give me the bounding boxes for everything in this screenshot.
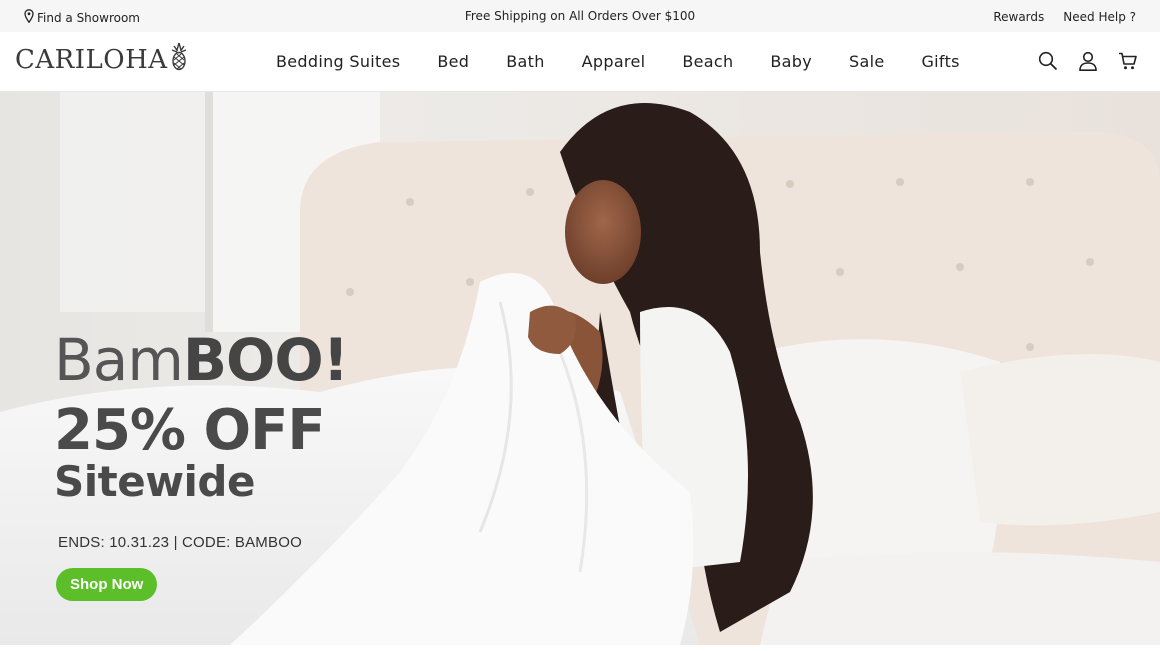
main-header: CARILOHA Bedding Suites Bed Bath Apparel… [0, 32, 1160, 92]
promo-sitewide: Sitewide [54, 457, 255, 506]
nav-beach[interactable]: Beach [682, 52, 733, 71]
cart-icon[interactable] [1117, 50, 1138, 72]
hero-banner[interactable]: BamBOO! 25% OFF Sitewide ENDS: 10.31.23 … [0, 92, 1160, 645]
shop-now-button[interactable]: Shop Now [56, 568, 158, 601]
search-icon[interactable] [1037, 50, 1058, 72]
nav-bed[interactable]: Bed [437, 52, 469, 71]
cariloha-logo[interactable]: CARILOHA [15, 42, 189, 76]
main-nav: Bedding Suites Bed Bath Apparel Beach Ba… [276, 52, 960, 71]
top-utility-bar: Find a Showroom Free Shipping on All Ord… [0, 0, 1160, 32]
pineapple-icon [169, 42, 189, 76]
nav-apparel[interactable]: Apparel [582, 52, 646, 71]
free-shipping-banner: Free Shipping on All Orders Over $100 [464, 9, 696, 23]
logo-text: CARILOHA [15, 45, 168, 75]
promo-discount: 25% OFF [54, 398, 326, 463]
hero-bottom-spacer [0, 645, 1160, 651]
nav-bedding-suites[interactable]: Bedding Suites [276, 52, 400, 71]
promo-ends-code: ENDS: 10.31.23 | CODE: BAMBOO [58, 534, 302, 551]
headline-light: Bam [54, 326, 184, 394]
nav-gifts[interactable]: Gifts [921, 52, 959, 71]
need-help-link[interactable]: Need Help ? [1063, 10, 1136, 24]
account-icon[interactable] [1077, 50, 1098, 72]
promo-headline: BamBOO! [54, 330, 349, 390]
nav-bath[interactable]: Bath [506, 52, 544, 71]
nav-sale[interactable]: Sale [849, 52, 884, 71]
hero-promo: BamBOO! 25% OFF Sitewide ENDS: 10.31.23 … [54, 330, 349, 601]
rewards-link[interactable]: Rewards [993, 10, 1044, 24]
nav-baby[interactable]: Baby [770, 52, 812, 71]
headline-bold: BOO! [182, 326, 349, 394]
